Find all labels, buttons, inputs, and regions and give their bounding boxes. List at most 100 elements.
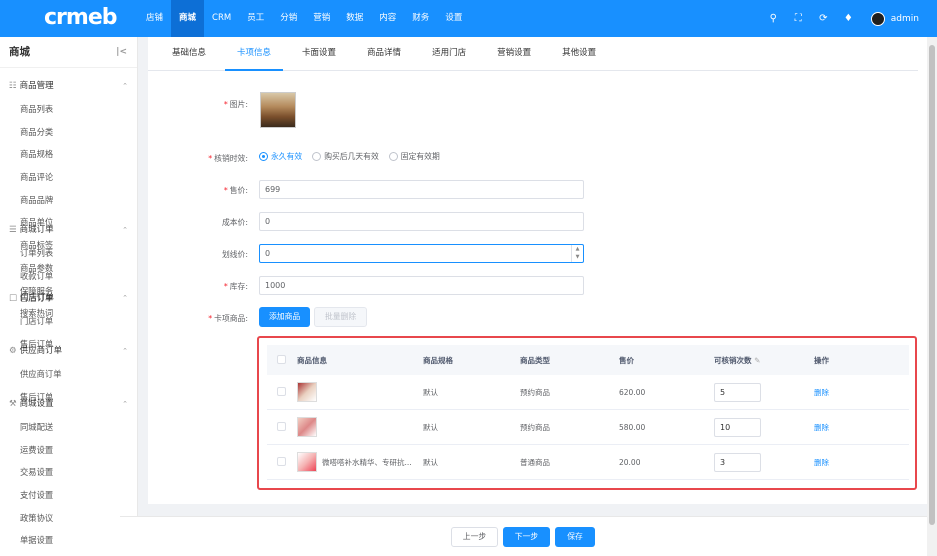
chevron-up-icon[interactable]: ⌃ bbox=[122, 392, 128, 416]
delete-link[interactable]: 删除 bbox=[814, 387, 894, 398]
scrollbar[interactable] bbox=[927, 37, 937, 556]
topnav-item[interactable]: 内容 bbox=[371, 0, 404, 37]
chevron-up-icon[interactable]: ⌃ bbox=[122, 286, 128, 310]
radio-days-after-purchase[interactable]: 购买后几天有效 bbox=[312, 151, 379, 162]
price-input[interactable]: 699 bbox=[259, 180, 584, 199]
sidebar-group-title[interactable]: ☰ 商城订单 ⌃ bbox=[0, 218, 138, 242]
goods-spec: 默认 bbox=[423, 457, 438, 467]
sidebar-group-label: 门店订单 bbox=[20, 293, 55, 303]
sidebar-group-label: 供应商订单 bbox=[19, 346, 63, 356]
collapse-icon[interactable]: |< bbox=[116, 37, 127, 68]
sidebar-group-label: 商城订单 bbox=[19, 225, 54, 235]
delete-link[interactable]: 删除 bbox=[814, 422, 894, 433]
scrollbar-thumb[interactable] bbox=[929, 45, 935, 525]
radio-permanent[interactable]: 永久有效 bbox=[259, 151, 302, 162]
edit-icon[interactable]: ✎ bbox=[754, 356, 760, 365]
verify-count-input[interactable]: 3 bbox=[714, 452, 761, 472]
save-button[interactable]: 保存 bbox=[555, 527, 595, 547]
sidebar-item[interactable]: 运费设置 bbox=[20, 439, 84, 462]
sidebar-item[interactable]: 订单列表 bbox=[20, 242, 84, 265]
refresh-icon[interactable]: ⟳ bbox=[811, 13, 836, 24]
topnav-item[interactable]: 设置 bbox=[437, 0, 470, 37]
product-image[interactable] bbox=[260, 92, 296, 128]
sidebar-item[interactable]: 商品规格 bbox=[20, 143, 84, 166]
prev-step-button[interactable]: 上一步 bbox=[451, 527, 498, 547]
sidebar-title: 商城 bbox=[9, 46, 30, 58]
list-icon: ☰ bbox=[9, 225, 17, 235]
goods-price: 580.00 bbox=[619, 422, 646, 432]
sidebar: 商城 |< ☷ 商品管理 ⌃ 商品列表 商品分类 商品规格 商品评论 商品品牌 商品单位 商品标签… bbox=[0, 37, 138, 556]
sidebar-item[interactable]: 商品品牌 bbox=[20, 189, 84, 212]
sidebar-item[interactable]: 政策协议 bbox=[20, 507, 84, 530]
topnav-item[interactable]: 财务 bbox=[404, 0, 437, 37]
verify-count-input[interactable]: 5 bbox=[714, 382, 761, 402]
sidebar-item[interactable]: 商品列表 bbox=[20, 98, 84, 121]
row-checkbox[interactable] bbox=[277, 421, 286, 431]
sidebar-item[interactable]: 商品分类 bbox=[20, 121, 84, 144]
app-logo[interactable]: crmeb bbox=[44, 5, 117, 30]
delete-link[interactable]: 删除 bbox=[814, 457, 894, 468]
select-all-checkbox[interactable] bbox=[277, 354, 286, 364]
fullscreen-icon[interactable]: ⛶ bbox=[786, 13, 811, 24]
table-row: 默认 预约商品 580.00 10 删除 bbox=[267, 410, 909, 445]
sidebar-group-title[interactable]: ⚒ 商城设置 ⌃ bbox=[0, 392, 138, 416]
tab-item[interactable]: 商品详情 bbox=[355, 37, 413, 71]
tab-item[interactable]: 基础信息 bbox=[160, 37, 218, 71]
sidebar-item[interactable]: 供应商订单 bbox=[20, 363, 84, 386]
bell-icon[interactable]: ♦ bbox=[836, 13, 861, 24]
sidebar-group-title[interactable]: ☷ 商品管理 ⌃ bbox=[0, 74, 138, 98]
chevron-up-icon[interactable]: ⌃ bbox=[122, 74, 128, 98]
topnav-item[interactable]: 营销 bbox=[305, 0, 338, 37]
goods-info-cell: 微嗒嗒补水精华、专研抗... bbox=[297, 452, 423, 472]
topnav-item[interactable]: 商城 bbox=[171, 0, 205, 37]
topnav-item[interactable]: 数据 bbox=[338, 0, 371, 37]
verify-count-cell: 5 bbox=[714, 382, 814, 402]
chevron-up-icon[interactable]: ⌃ bbox=[122, 218, 128, 242]
row-select-cell bbox=[267, 386, 297, 398]
stepper-icon[interactable]: ▲ ▼ bbox=[571, 245, 583, 262]
radio-fixed-period[interactable]: 固定有效期 bbox=[388, 151, 440, 162]
add-goods-button[interactable]: 添加商品 bbox=[259, 307, 311, 327]
col-type: 商品类型 bbox=[520, 355, 550, 365]
sidebar-group-title[interactable]: □ 门店订单 ⌃ bbox=[0, 286, 138, 310]
col-operation: 操作 bbox=[814, 355, 829, 365]
topnav-item[interactable]: CRM bbox=[204, 0, 239, 37]
cost-input[interactable]: 0 bbox=[259, 212, 584, 231]
col-spec: 商品规格 bbox=[423, 355, 453, 365]
topnav-item[interactable]: 店铺 bbox=[138, 0, 171, 37]
top-nav: 店铺 商城 CRM 员工 分销 营销 数据 内容 财务 设置 bbox=[138, 0, 470, 37]
topnav-item[interactable]: 员工 bbox=[239, 0, 272, 37]
sidebar-item[interactable]: 门店订单 bbox=[20, 310, 84, 333]
tab-item[interactable]: 卡项信息 bbox=[225, 37, 284, 71]
sidebar-group-items: 同城配送 运费设置 交易设置 支付设置 政策协议 单据设置 bbox=[0, 416, 138, 552]
card-goods-table: 商品信息 商品规格 商品类型 售价 可核销次数 ✎ 操作 默认 预约商品 620.0… bbox=[267, 345, 909, 480]
tab-item[interactable]: 营销设置 bbox=[485, 37, 543, 71]
row-checkbox[interactable] bbox=[277, 386, 286, 396]
top-right-tools: ⚲ ⛶ ⟳ ♦ admin bbox=[761, 0, 937, 37]
user-name[interactable]: admin bbox=[891, 14, 919, 24]
row-checkbox[interactable] bbox=[277, 456, 286, 466]
chevron-up-icon[interactable]: ⌃ bbox=[122, 339, 128, 363]
next-step-button[interactable]: 下一步 bbox=[503, 527, 550, 547]
topnav-item[interactable]: 分销 bbox=[272, 0, 305, 37]
line-price-input[interactable]: 0 ▲ ▼ bbox=[259, 244, 584, 263]
footer-bar: 上一步 下一步 保存 bbox=[120, 516, 927, 556]
sidebar-item[interactable]: 同城配送 bbox=[20, 416, 84, 439]
sidebar-item[interactable]: 单据设置 bbox=[20, 529, 84, 552]
stock-input[interactable]: 1000 bbox=[259, 276, 584, 295]
sidebar-item[interactable]: 收款订单 bbox=[20, 265, 84, 288]
batch-delete-button[interactable]: 批量删除 bbox=[314, 307, 368, 327]
goods-info-cell bbox=[297, 417, 423, 437]
goods-thumbnail bbox=[297, 382, 317, 402]
tab-item[interactable]: 卡面设置 bbox=[290, 37, 348, 71]
avatar[interactable] bbox=[870, 11, 885, 26]
sidebar-header: 商城 |< bbox=[0, 37, 137, 68]
tab-item[interactable]: 其他设置 bbox=[550, 37, 608, 71]
sidebar-item[interactable]: 商品评论 bbox=[20, 166, 84, 189]
verify-count-input[interactable]: 10 bbox=[714, 417, 761, 437]
tab-item[interactable]: 适用门店 bbox=[420, 37, 478, 71]
search-icon[interactable]: ⚲ bbox=[761, 13, 786, 24]
sidebar-item[interactable]: 支付设置 bbox=[20, 484, 84, 507]
sidebar-item[interactable]: 交易设置 bbox=[20, 461, 84, 484]
sidebar-group-title[interactable]: ⚙ 供应商订单 ⌃ bbox=[0, 339, 138, 363]
